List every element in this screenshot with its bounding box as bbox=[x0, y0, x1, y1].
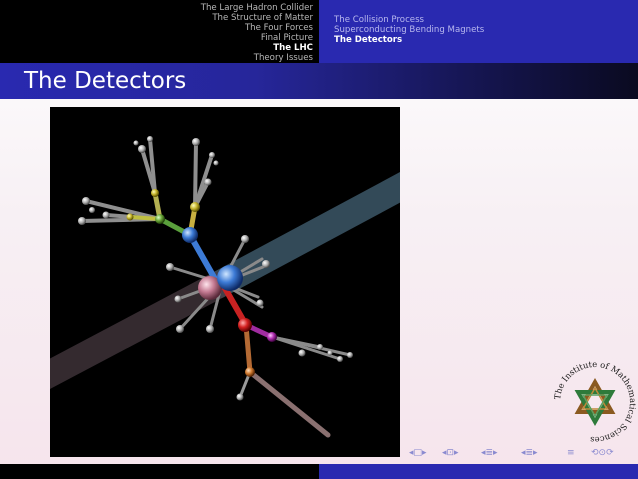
frame-back-icon[interactable]: ◂□▸ bbox=[409, 446, 427, 460]
subsection-navigation: The Collision Process Superconducting Be… bbox=[334, 15, 484, 45]
svg-text:The Institute of Mathematical: The Institute of Mathematical Sciences bbox=[554, 360, 636, 444]
subsection-back-icon[interactable]: ◂⊡▸ bbox=[442, 446, 459, 460]
subsection-link-detectors[interactable]: The Detectors bbox=[334, 35, 484, 45]
section-forward-icon[interactable]: ◂≣▸ bbox=[521, 446, 538, 460]
subsection-link-bending-magnets[interactable]: Superconducting Bending Magnets bbox=[334, 25, 484, 35]
logo-caption: The Institute of Mathematical Sciences bbox=[552, 359, 638, 445]
institute-logo: The Institute of Mathematical Sciences bbox=[552, 359, 638, 445]
section-link-the-lhc[interactable]: The LHC bbox=[201, 43, 313, 53]
section-link-final-picture[interactable]: Final Picture bbox=[201, 33, 313, 43]
particle-collision-event-image bbox=[26, 107, 424, 457]
page-title: The Detectors bbox=[24, 68, 187, 94]
footline-left bbox=[0, 464, 319, 479]
footline-right bbox=[319, 464, 638, 479]
search-icon[interactable]: ⟲⊙⟳ bbox=[591, 446, 614, 460]
section-link-structure-of-matter[interactable]: The Structure of Matter bbox=[201, 13, 313, 23]
section-back-icon[interactable]: ◂≣▸ bbox=[481, 446, 498, 460]
section-link-theory-issues[interactable]: Theory Issues bbox=[201, 53, 313, 63]
section-link-four-forces[interactable]: The Four Forces bbox=[201, 23, 313, 33]
headline-sections-panel: The Large Hadron Collider The Structure … bbox=[0, 0, 319, 63]
document-icon[interactable]: ≡ bbox=[567, 446, 575, 460]
subsection-link-collision-process[interactable]: The Collision Process bbox=[334, 15, 484, 25]
section-link-large-hadron-collider[interactable]: The Large Hadron Collider bbox=[201, 3, 313, 13]
section-navigation: The Large Hadron Collider The Structure … bbox=[201, 3, 313, 63]
beamer-navigation-bar: ◂□▸ ◂⊡▸ ◂≣▸ ◂≣▸ ≡ ⟲⊙⟳ bbox=[409, 446, 634, 460]
headline-subsections-panel: The Collision Process Superconducting Be… bbox=[319, 0, 638, 63]
